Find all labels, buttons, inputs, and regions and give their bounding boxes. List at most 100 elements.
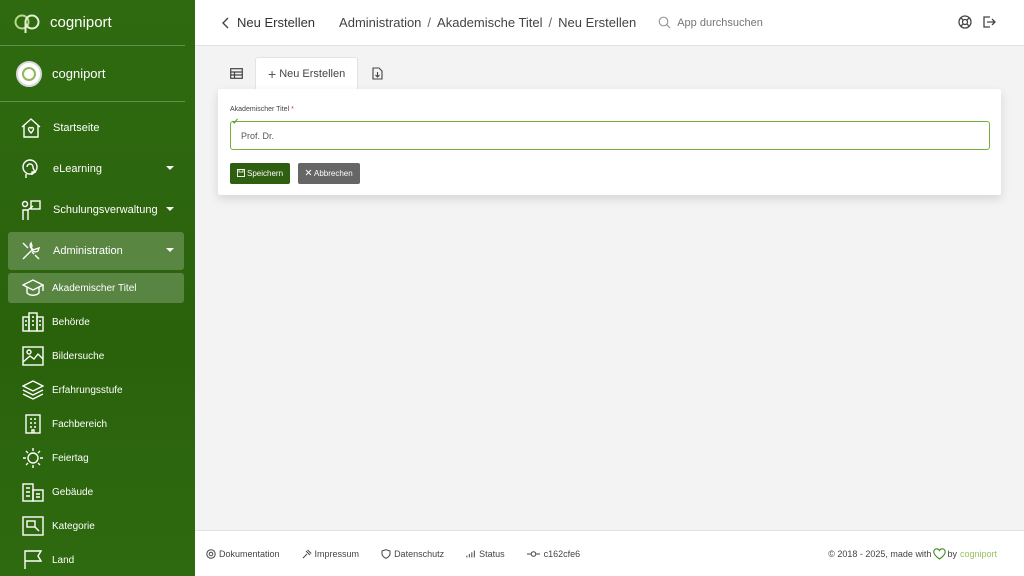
breadcrumb-separator: / — [548, 15, 553, 30]
footer-link-impressum[interactable]: Impressum — [302, 548, 359, 559]
sidebar-item-label: Schulungsverwaltung — [53, 204, 158, 216]
sidebar-item-label: Administration — [53, 245, 123, 257]
footer-link-status[interactable]: Status — [466, 549, 505, 559]
footer-commit-hash[interactable]: c162cfe6 — [527, 548, 581, 559]
logout-icon[interactable] — [982, 15, 996, 29]
sidebar-subitem-fachbereich[interactable]: Fachbereich — [8, 409, 184, 439]
graduation-cap-icon — [22, 277, 44, 299]
sidebar-subitem-label: Behörde — [52, 316, 90, 328]
office-building-icon — [22, 413, 44, 435]
save-label: Speichern — [247, 169, 284, 178]
sidebar-subitem-label: Akademischer Titel — [52, 282, 137, 294]
support-icon[interactable] — [958, 15, 972, 29]
shield-icon — [381, 548, 391, 559]
elearning-icon — [19, 157, 43, 181]
sidebar-subitem-behoerde[interactable]: Behörde — [8, 307, 184, 337]
cancel-label: Abbrechen — [314, 169, 353, 178]
footer-link-label: Dokumentation — [219, 548, 280, 559]
footer-link-dokumentation[interactable]: Dokumentation — [206, 549, 280, 559]
brand[interactable]: cogniport — [0, 0, 185, 46]
sidebar-subitem-feiertag[interactable]: Feiertag — [8, 443, 184, 473]
topbar-actions — [958, 15, 996, 29]
sidebar-subitem-kategorie[interactable]: Kategorie — [8, 511, 184, 541]
search-input[interactable] — [677, 16, 918, 29]
user-name: cogniport — [52, 66, 106, 81]
copyright-text: © 2018 - 2025, made with — [828, 548, 932, 559]
sidebar-item-administration[interactable]: Administration — [8, 232, 184, 270]
tab-new[interactable]: + Neu Erstellen — [255, 57, 359, 89]
required-marker: * — [291, 106, 294, 113]
chevron-down-icon — [166, 248, 174, 252]
topbar: Neu Erstellen Administration / Akademisc… — [195, 0, 1024, 46]
sidebar-subitem-akademischer-titel[interactable]: Akademischer Titel — [8, 273, 184, 303]
back-chevron-icon[interactable] — [219, 16, 233, 30]
chevron-down-icon — [166, 166, 174, 170]
brand-name: cogniport — [50, 14, 112, 31]
breadcrumb: Administration / Akademische Titel / Neu… — [339, 15, 636, 30]
copyright-by: by — [947, 548, 957, 559]
save-button[interactable]: Speichern — [230, 163, 291, 184]
cogniport-logo-icon — [14, 14, 40, 33]
sidebar-item-label: Startseite — [53, 122, 100, 134]
sidebar-subitem-gebaeude[interactable]: Gebäude — [8, 477, 184, 507]
sidebar-item-startseite[interactable]: Startseite — [8, 109, 184, 147]
field-label: Akademischer Titel * — [230, 106, 294, 113]
sidebar-item-elearning[interactable]: eLearning — [8, 150, 184, 188]
sidebar-subitem-label: Land — [52, 554, 75, 566]
valid-check-icon — [232, 118, 238, 124]
footer-link-label: c162cfe6 — [543, 548, 581, 559]
sidebar-item-schulungsverwaltung[interactable]: Schulungsverwaltung — [8, 191, 184, 229]
sidebar-subitem-label: Fachbereich — [52, 418, 108, 430]
sidebar-subitem-label: Kategorie — [52, 520, 95, 532]
avatar — [16, 60, 42, 87]
tab-table-view[interactable] — [218, 57, 255, 89]
tools-icon — [19, 239, 43, 263]
breadcrumb-separator: / — [427, 15, 432, 30]
form-card: Akademischer Titel * Speichern Abbrechen — [218, 89, 1001, 195]
sidebar-subitem-erfahrungsstufe[interactable]: Erfahrungsstufe — [8, 375, 184, 405]
building-icon — [22, 311, 44, 333]
git-commit-icon — [527, 549, 541, 559]
breadcrumb-item-akademische-titel[interactable]: Akademische Titel — [437, 15, 543, 30]
teacher-board-icon — [19, 198, 43, 222]
sidebar-subitem-label: Gebäude — [52, 486, 94, 498]
sun-icon — [22, 447, 44, 469]
breadcrumb-item-current: Neu Erstellen — [558, 15, 637, 30]
page-title: Neu Erstellen — [237, 15, 316, 30]
layers-icon — [22, 379, 44, 401]
footer-link-label: Status — [479, 548, 505, 559]
footer-link-label: Datenschutz — [394, 548, 445, 559]
view-tabs: + Neu Erstellen — [218, 57, 395, 89]
gavel-icon — [302, 548, 312, 559]
support-icon — [206, 548, 216, 559]
akademischer-titel-input[interactable] — [231, 122, 989, 149]
akademischer-titel-field — [230, 118, 990, 150]
tab-new-label: Neu Erstellen — [279, 67, 346, 80]
field-label-text: Akademischer Titel — [230, 106, 290, 113]
search-box — [658, 16, 928, 29]
footer-link-datenschutz[interactable]: Datenschutz — [381, 549, 444, 559]
category-icon — [22, 515, 44, 537]
buildings-icon — [22, 481, 44, 503]
file-import-icon — [372, 66, 383, 80]
tab-import[interactable] — [358, 57, 395, 89]
sidebar-nav: Startseite eLearning Schulungsverwaltung… — [0, 102, 195, 575]
footer-brand-link[interactable]: cogniport — [960, 549, 997, 559]
save-icon — [237, 168, 245, 179]
table-icon — [230, 67, 243, 79]
user-profile[interactable]: cogniport — [0, 46, 185, 102]
footer: Dokumentation Impressum Datenschutz Stat… — [195, 530, 1024, 576]
close-icon — [305, 169, 312, 178]
search-icon — [658, 16, 671, 29]
sidebar-subitem-bildersuche[interactable]: Bildersuche — [8, 341, 184, 371]
cancel-button[interactable]: Abbrechen — [298, 163, 360, 184]
image-icon — [22, 345, 44, 367]
signal-bars-icon — [466, 549, 476, 559]
breadcrumb-item-administration[interactable]: Administration — [339, 15, 421, 30]
flag-icon — [22, 549, 44, 571]
sidebar-subitem-label: Bildersuche — [52, 350, 105, 362]
sidebar: cogniport cogniport Startseite eLearning… — [0, 0, 195, 576]
chevron-down-icon — [166, 207, 174, 211]
sidebar-subitem-label: Feiertag — [52, 452, 89, 464]
sidebar-subitem-land[interactable]: Land — [8, 545, 184, 575]
